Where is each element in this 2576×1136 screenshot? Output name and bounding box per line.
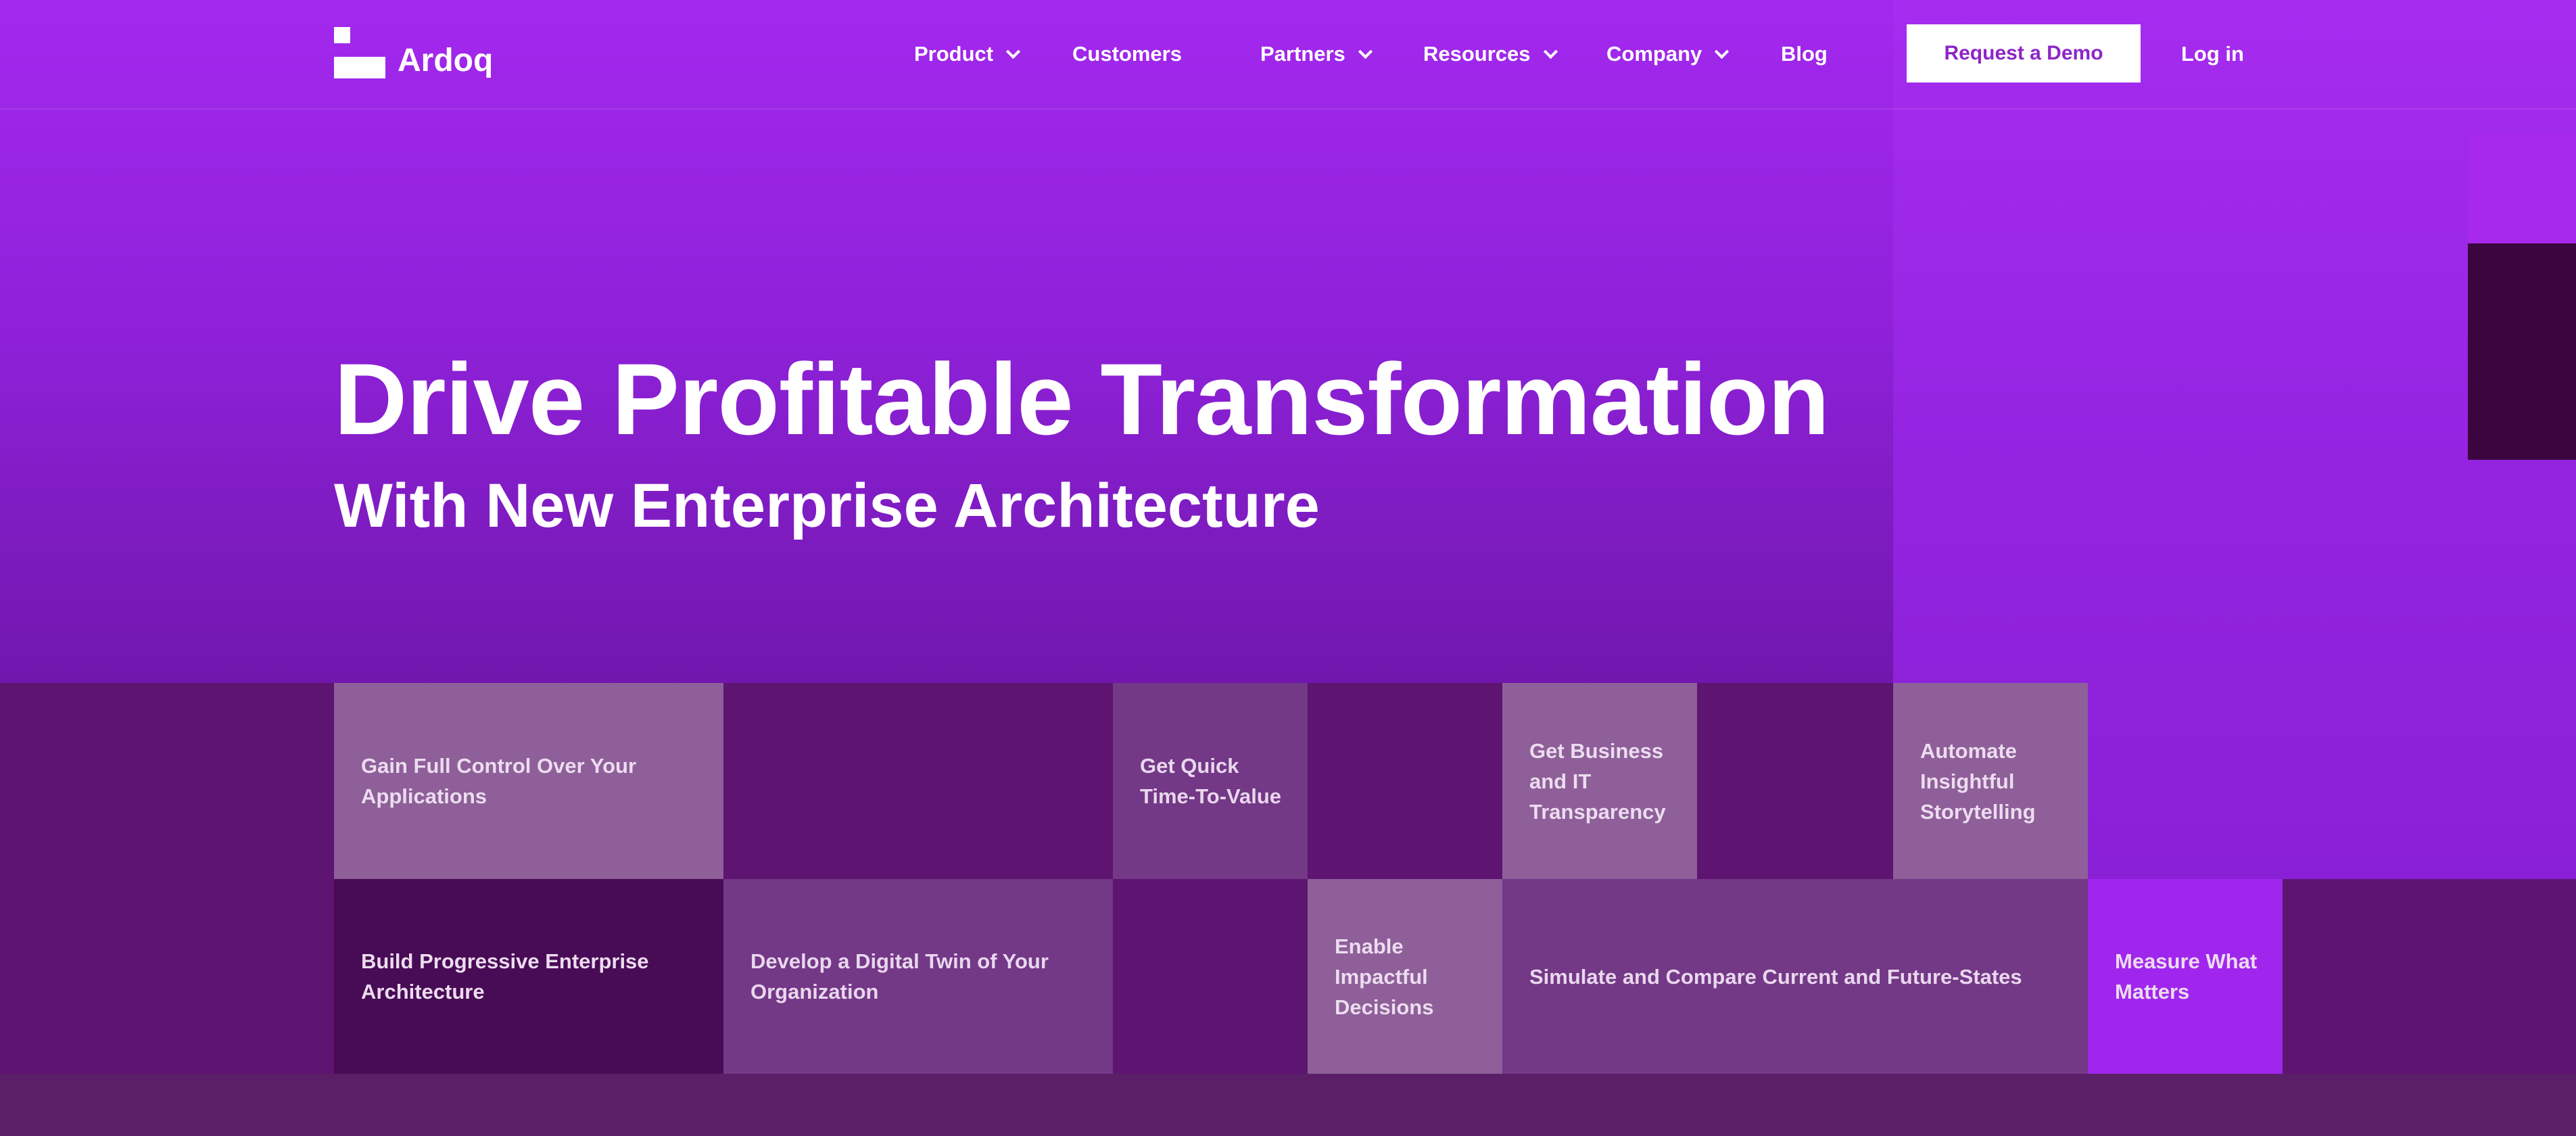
nav-label: Customers	[1072, 42, 1182, 66]
tile-label: Get Quick Time-To-Value	[1140, 754, 1282, 808]
nav-label: Company	[1606, 42, 1702, 66]
nav-item-blog[interactable]: Blog	[1781, 38, 1828, 70]
tile-filler	[2283, 879, 2576, 1074]
nav-item-company[interactable]: Company	[1606, 38, 1730, 70]
tile-insightful-storytelling[interactable]: Automate Insightful Storytelling	[1893, 683, 2088, 879]
tile-label: Build Progressive Enterprise Architectur…	[361, 949, 649, 1003]
decorative-block-dark	[2468, 243, 2576, 460]
nav-divider	[0, 108, 2576, 110]
ardoq-logo-icon	[334, 27, 385, 78]
tile-filler	[723, 683, 1113, 879]
tile-business-it-transparency[interactable]: Get Business and IT Transparency	[1502, 683, 1697, 879]
chevron-down-icon	[1358, 44, 1373, 59]
nav-label: Blog	[1781, 42, 1828, 66]
tile-label: Automate Insightful Storytelling	[1920, 738, 2036, 824]
tile-filler	[0, 683, 334, 879]
tile-label: Measure What Matters	[2115, 949, 2258, 1003]
ardoq-logo[interactable]: Ardoq	[334, 24, 493, 78]
nav-item-product[interactable]: Product	[914, 38, 1021, 70]
chevron-down-icon	[1543, 44, 1558, 59]
hero-subtitle: With New Enterprise Architecture	[334, 471, 1320, 540]
decorative-block-bright	[2468, 134, 2576, 243]
nav-item-partners[interactable]: Partners	[1260, 38, 1373, 70]
bottom-strip	[0, 1074, 2576, 1136]
nav-label: Partners	[1260, 42, 1345, 66]
tile-filler	[1113, 879, 1308, 1074]
top-navigation: Ardoq Product Customers Partners Resourc…	[0, 0, 2576, 108]
tile-simulate-compare[interactable]: Simulate and Compare Current and Future-…	[1502, 879, 2088, 1074]
tile-quick-time-to-value[interactable]: Get Quick Time-To-Value	[1113, 683, 1308, 879]
tile-filler	[1308, 683, 1502, 879]
tile-filler	[1697, 683, 1893, 879]
request-demo-button[interactable]: Request a Demo	[1907, 24, 2141, 82]
tile-measure-what-matters[interactable]: Measure What Matters	[2088, 879, 2283, 1074]
tile-label: Simulate and Compare Current and Future-…	[1529, 964, 2022, 989]
tile-progressive-ea[interactable]: Build Progressive Enterprise Architectur…	[334, 879, 723, 1074]
tile-full-control[interactable]: Gain Full Control Over Your Applications	[334, 683, 723, 879]
nav-item-customers[interactable]: Customers	[1072, 38, 1182, 70]
nav-item-resources[interactable]: Resources	[1423, 38, 1558, 70]
login-link[interactable]: Log in	[2181, 38, 2244, 70]
tile-label: Get Business and IT Transparency	[1529, 738, 1666, 824]
tile-digital-twin[interactable]: Develop a Digital Twin of Your Organizat…	[723, 879, 1113, 1074]
tile-label: Enable Impactful Decisions	[1335, 934, 1434, 1019]
nav-label: Product	[914, 42, 994, 66]
hero-title: Drive Profitable Transformation	[334, 342, 1830, 456]
tile-impactful-decisions[interactable]: Enable Impactful Decisions	[1308, 879, 1502, 1074]
brand-name: Ardoq	[398, 43, 494, 78]
tile-label: Develop a Digital Twin of Your Organizat…	[750, 949, 1049, 1003]
chevron-down-icon	[1715, 44, 1730, 59]
tile-label: Gain Full Control Over Your Applications	[361, 754, 637, 808]
chevron-down-icon	[1006, 44, 1021, 59]
nav-label: Resources	[1423, 42, 1531, 66]
tile-filler	[0, 879, 334, 1074]
